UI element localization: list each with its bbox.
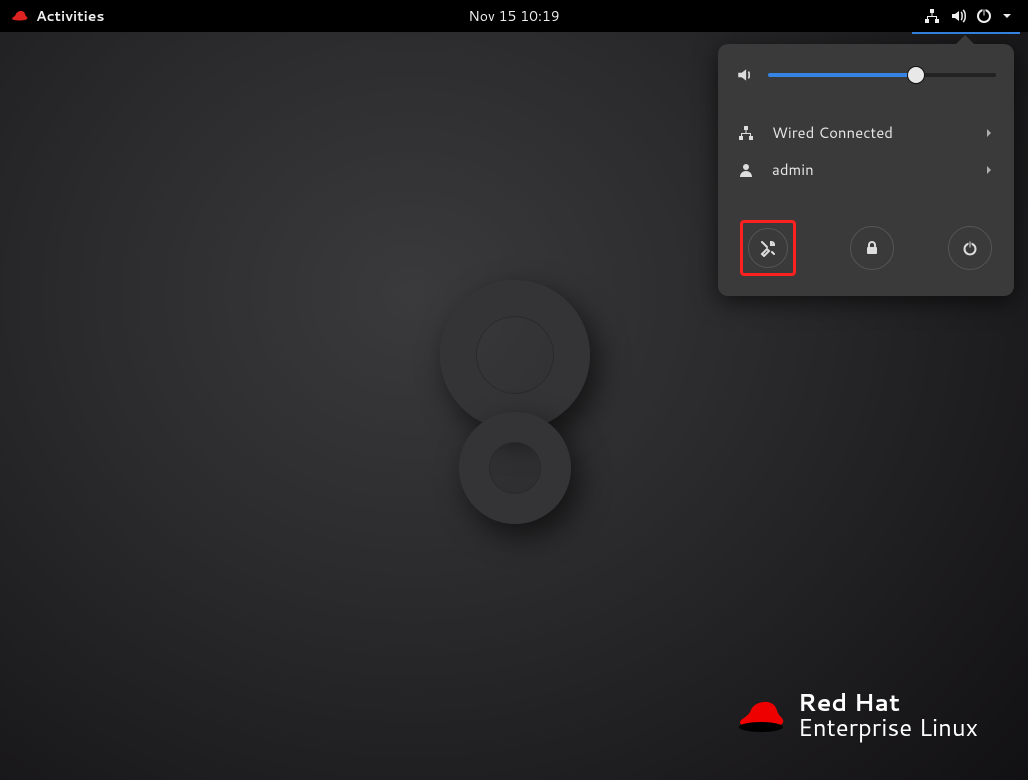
- topbar-left: Activities: [10, 6, 104, 26]
- system-menu-popover: Wired Connected admin: [718, 44, 1014, 296]
- volume-icon: [950, 8, 966, 24]
- user-menu-item[interactable]: admin: [736, 151, 996, 188]
- user-icon: [738, 162, 754, 178]
- settings-tools-icon: [759, 239, 777, 257]
- datetime-label: Nov 15 10:19: [468, 6, 559, 26]
- network-menu-item[interactable]: Wired Connected: [736, 114, 996, 151]
- power-button[interactable]: [948, 226, 992, 270]
- network-label: Wired Connected: [772, 122, 893, 143]
- volume-slider[interactable]: [768, 73, 996, 77]
- activities-button[interactable]: Activities: [10, 6, 104, 26]
- power-icon: [962, 240, 978, 256]
- fedora-hat-icon: [10, 9, 28, 23]
- network-wired-icon: [738, 125, 754, 141]
- lock-button[interactable]: [850, 226, 894, 270]
- top-bar: Activities Nov 15 10:19: [0, 0, 1028, 32]
- volume-row: [736, 66, 996, 84]
- clock[interactable]: Nov 15 10:19: [468, 6, 559, 26]
- redhat-logo-icon: [734, 695, 784, 735]
- power-icon: [976, 8, 992, 24]
- chevron-right-icon: [984, 128, 994, 138]
- chevron-right-icon: [984, 165, 994, 175]
- volume-icon: [736, 66, 754, 84]
- user-label: admin: [772, 159, 814, 180]
- lock-icon: [864, 240, 880, 256]
- action-buttons-row: [736, 220, 996, 276]
- branding-line2: Enterprise Linux: [798, 715, 978, 740]
- status-area[interactable]: [924, 8, 1018, 24]
- chevron-down-icon: [1002, 11, 1012, 21]
- status-area-active-indicator: [912, 32, 1020, 34]
- network-wired-icon: [924, 8, 940, 24]
- os-branding: Red Hat Enterprise Linux: [734, 690, 978, 740]
- settings-button[interactable]: [740, 220, 796, 276]
- activities-label: Activities: [36, 6, 104, 26]
- wallpaper-figure-8: [440, 262, 590, 542]
